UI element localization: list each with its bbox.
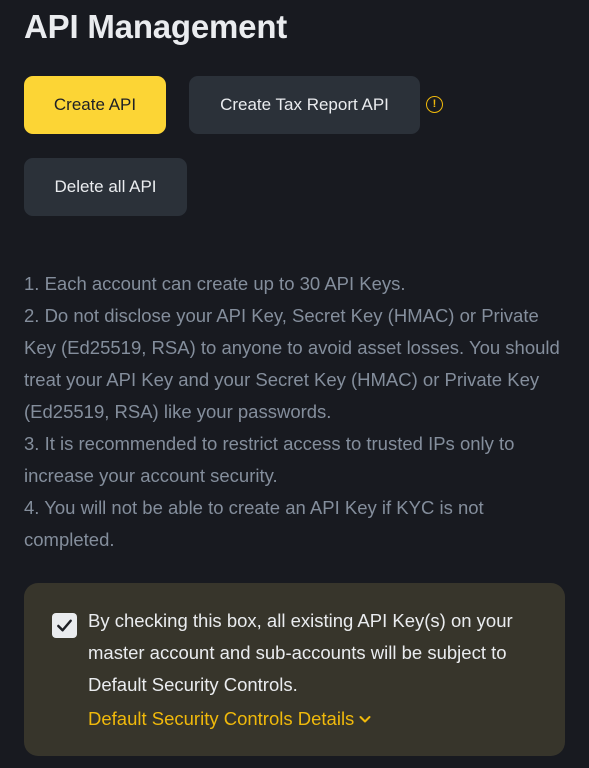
security-controls-text: By checking this box, all existing API K… <box>88 610 513 695</box>
page-title: API Management <box>24 8 288 45</box>
checkmark-icon <box>57 619 72 632</box>
api-management-page: API Management Create API Create Tax Rep… <box>0 0 589 768</box>
security-controls-checkbox[interactable] <box>52 613 77 638</box>
chevron-down-icon <box>359 716 371 723</box>
create-api-button[interactable]: Create API <box>24 76 166 134</box>
info-circle-icon[interactable]: ! <box>426 96 443 113</box>
security-controls-panel: By checking this box, all existing API K… <box>24 583 565 756</box>
api-notes-list: 1. Each account can create up to 30 API … <box>24 268 569 556</box>
note-item: 1. Each account can create up to 30 API … <box>24 273 406 294</box>
delete-all-api-button[interactable]: Delete all API <box>24 158 187 216</box>
note-item: 3. It is recommended to restrict access … <box>24 433 515 486</box>
create-tax-report-api-button[interactable]: Create Tax Report API <box>189 76 420 134</box>
note-item: 4. You will not be able to create an API… <box>24 497 484 550</box>
note-item: 2. Do not disclose your API Key, Secret … <box>24 305 560 422</box>
security-controls-details-link[interactable]: Default Security Controls Details <box>88 703 372 735</box>
security-controls-details-label: Default Security Controls Details <box>88 708 355 729</box>
